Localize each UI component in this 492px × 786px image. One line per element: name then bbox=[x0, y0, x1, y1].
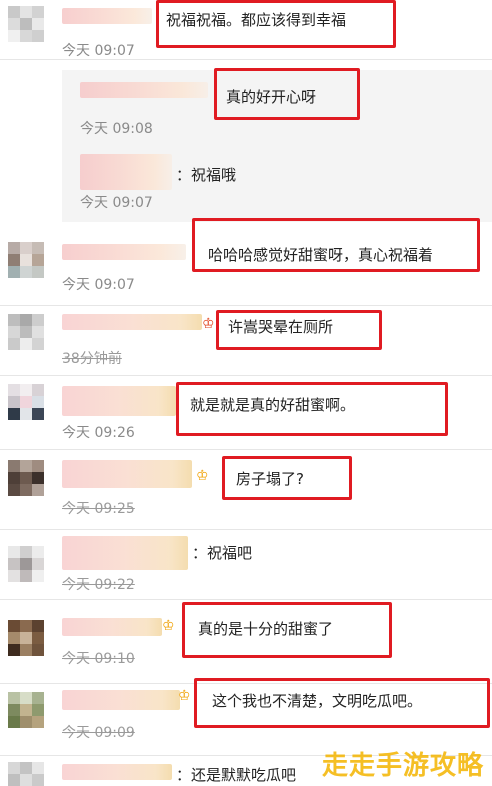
reply-item: ：祝福哦 今天 09:07 bbox=[0, 148, 492, 218]
avatar[interactable] bbox=[8, 546, 44, 582]
comment-item: 就是就是真的好甜蜜啊。 今天 09:26 bbox=[0, 376, 492, 450]
avatar[interactable] bbox=[8, 314, 44, 350]
highlight-box bbox=[192, 218, 480, 272]
crown-icon: ♔ bbox=[178, 688, 191, 704]
username-blurred[interactable] bbox=[62, 244, 186, 260]
comment-text: ：还是默默吃瓜吧 bbox=[176, 766, 297, 784]
username-blurred[interactable] bbox=[62, 690, 180, 710]
crown-icon: ♔ bbox=[196, 468, 209, 484]
username-blurred[interactable] bbox=[62, 536, 188, 570]
username-blurred[interactable] bbox=[62, 618, 162, 636]
highlight-box bbox=[176, 382, 448, 436]
timestamp: 今天 09:07 bbox=[62, 277, 135, 293]
timestamp: 今天 09:07 bbox=[62, 43, 135, 59]
highlight-box bbox=[214, 68, 360, 120]
timestamp: 今天 09:09 bbox=[62, 725, 135, 741]
timestamp: 今天 09:10 bbox=[62, 651, 135, 667]
comment-text: ：祝福哦 bbox=[176, 166, 237, 184]
timestamp: 今天 09:22 bbox=[62, 577, 135, 593]
username-blurred[interactable] bbox=[62, 764, 172, 780]
username-blurred[interactable] bbox=[80, 154, 172, 190]
comment-item: 祝福祝福。都应该得到幸福 今天 09:07 bbox=[0, 0, 492, 60]
reply-item: 真的好开心呀 今天 09:08 bbox=[0, 68, 492, 138]
highlight-box bbox=[222, 456, 352, 500]
watermark-text: 走走手游攻略 bbox=[321, 751, 484, 781]
timestamp: 今天 09:26 bbox=[62, 425, 135, 441]
highlight-box bbox=[216, 310, 382, 350]
crown-icon: ♔ bbox=[162, 618, 175, 634]
crown-icon: ♔ bbox=[202, 316, 215, 332]
avatar[interactable] bbox=[8, 460, 44, 496]
username-blurred[interactable] bbox=[62, 8, 152, 24]
username-blurred[interactable] bbox=[62, 314, 202, 330]
timestamp: 今天 09:08 bbox=[80, 121, 153, 137]
avatar[interactable] bbox=[8, 692, 44, 728]
avatar[interactable] bbox=[8, 242, 44, 278]
username-blurred[interactable] bbox=[80, 82, 208, 98]
username-blurred[interactable] bbox=[62, 386, 176, 416]
username-blurred[interactable] bbox=[62, 460, 192, 488]
highlight-box bbox=[156, 0, 396, 48]
avatar[interactable] bbox=[8, 384, 44, 420]
avatar[interactable] bbox=[8, 620, 44, 656]
comment-item: ♔ 许嵩哭晕在厕所 38分钟前 bbox=[0, 306, 492, 376]
comment-item: ：祝福吧 今天 09:22 bbox=[0, 530, 492, 600]
highlight-box bbox=[182, 602, 392, 658]
avatar[interactable] bbox=[8, 762, 44, 786]
timestamp: 今天 09:25 bbox=[62, 501, 135, 517]
avatar[interactable] bbox=[8, 6, 44, 42]
comment-text: ：祝福吧 bbox=[192, 544, 253, 562]
comment-item: ♔ 房子塌了? 今天 09:25 bbox=[0, 450, 492, 530]
timestamp: 38分钟前 bbox=[62, 351, 122, 367]
timestamp: 今天 09:07 bbox=[80, 195, 153, 211]
comment-item: ♔ 真的是十分的甜蜜了 今天 09:10 bbox=[0, 600, 492, 684]
highlight-box bbox=[194, 678, 490, 728]
comment-item: 哈哈哈感觉好甜蜜呀，真心祝福着 今天 09:07 bbox=[0, 218, 492, 306]
